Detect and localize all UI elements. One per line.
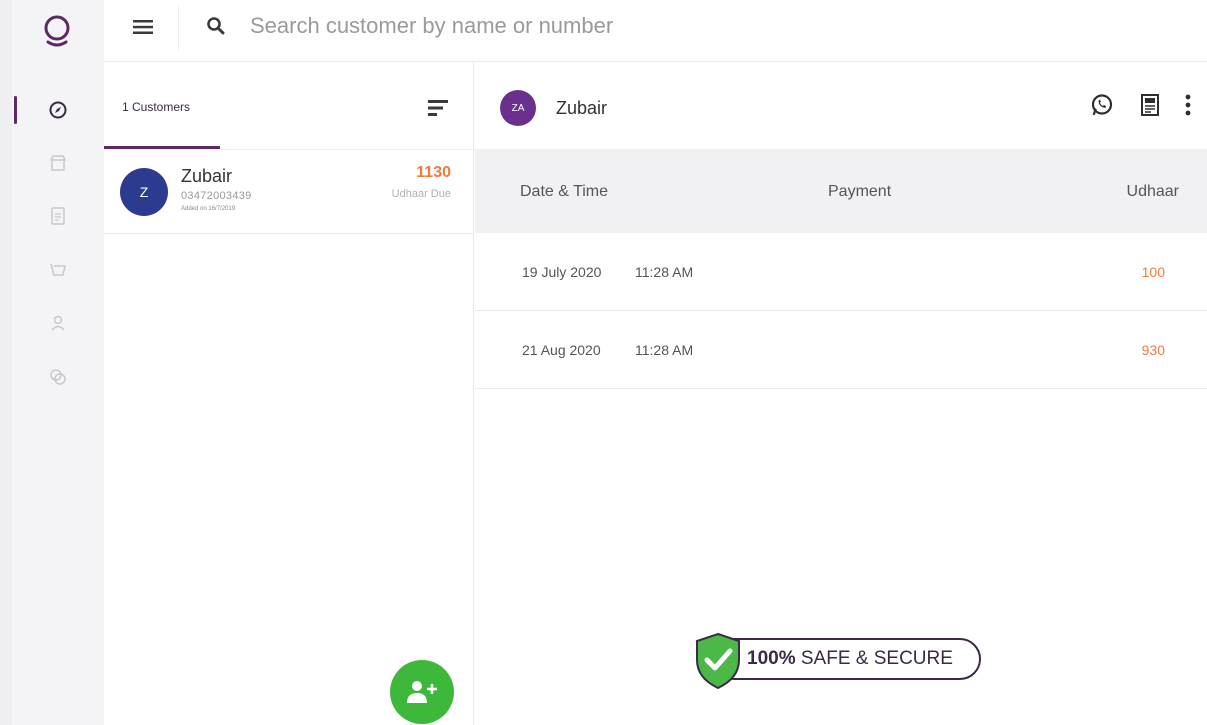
active-indicator [14,96,17,124]
transaction-udhaar: 930 [1141,342,1165,358]
whatsapp-icon [1091,94,1113,116]
detail-customer-name: Zubair [556,98,608,118]
document-icon [51,207,65,225]
transaction-date: 19 July 2020 [522,264,602,280]
report-icon [1141,94,1159,116]
customer-phone: 03472003439 [181,190,252,202]
user-icon [51,315,65,331]
detail-header: ZA Zubair [475,62,1207,149]
add-customer-button[interactable] [390,660,454,724]
badge-rest: SAFE & SECURE [795,648,953,669]
sort-button[interactable] [428,98,452,120]
sidebar-item-dashboard[interactable] [12,90,104,130]
dashboard-icon [49,101,67,119]
sidebar-item-chat[interactable] [12,357,104,397]
customer-name: Zubair [181,166,233,186]
transaction-udhaar: 100 [1141,264,1165,280]
menu-button[interactable] [128,14,158,40]
customer-list-panel: 1 Customers Z Zubair 03472003439 Added o… [104,62,474,725]
window-edge [0,0,12,725]
customer-list-header: 1 Customers [104,62,473,150]
transaction-time: 11:28 AM [635,264,694,280]
badge-text: 100% SAFE & SECURE [747,648,953,670]
sidebar [12,0,104,725]
search-icon [204,14,228,38]
avatar: ZA [500,90,536,126]
whatsapp-button[interactable] [1089,92,1115,118]
more-vertical-icon [1185,94,1191,116]
badge-strong: 100% [747,648,796,669]
sidebar-item-cart[interactable] [12,250,104,290]
safe-secure-badge: 100% SAFE & SECURE [693,630,985,690]
transaction-row[interactable]: 21 Aug 2020 11:28 AM 930 [475,311,1207,389]
add-user-icon [407,681,437,703]
column-udhaar: Udhaar [1126,183,1179,200]
app-logo [42,10,72,50]
transaction-row[interactable]: 19 July 2020 11:28 AM 100 [475,233,1207,311]
column-payment: Payment [828,183,892,200]
sidebar-item-user[interactable] [12,303,104,343]
avatar: Z [120,168,168,216]
cart-icon [50,263,66,276]
shield-check-icon [696,632,740,690]
store-icon [49,155,67,171]
customer-due-label: Udhaar Due [391,188,451,200]
tab-customers[interactable]: 1 Customers [122,100,190,114]
tab-underline [104,146,220,149]
transaction-date: 21 Aug 2020 [522,342,601,358]
search-input[interactable] [250,8,950,44]
sidebar-item-documents[interactable] [12,196,104,236]
hamburger-icon [133,20,153,34]
sidebar-item-store[interactable] [12,143,104,183]
chat-icon [50,369,66,385]
customer-added-date: Added on 16/7/2019 [181,206,236,212]
customer-detail-panel: ZA Zubair Date & Time Payment Udhaar 19 … [475,62,1207,725]
customer-list-item[interactable]: Z Zubair 03472003439 Added on 16/7/2019 … [104,150,473,234]
transactions-header: Date & Time Payment Udhaar [475,149,1207,233]
customer-due-amount: 1130 [416,164,451,181]
column-datetime: Date & Time [520,183,609,200]
more-options-button[interactable] [1175,92,1201,118]
transaction-time: 11:28 AM [635,342,694,358]
report-button[interactable] [1137,92,1163,118]
top-bar [104,0,1207,62]
toolbar-divider [178,6,179,50]
sort-icon [428,100,448,116]
